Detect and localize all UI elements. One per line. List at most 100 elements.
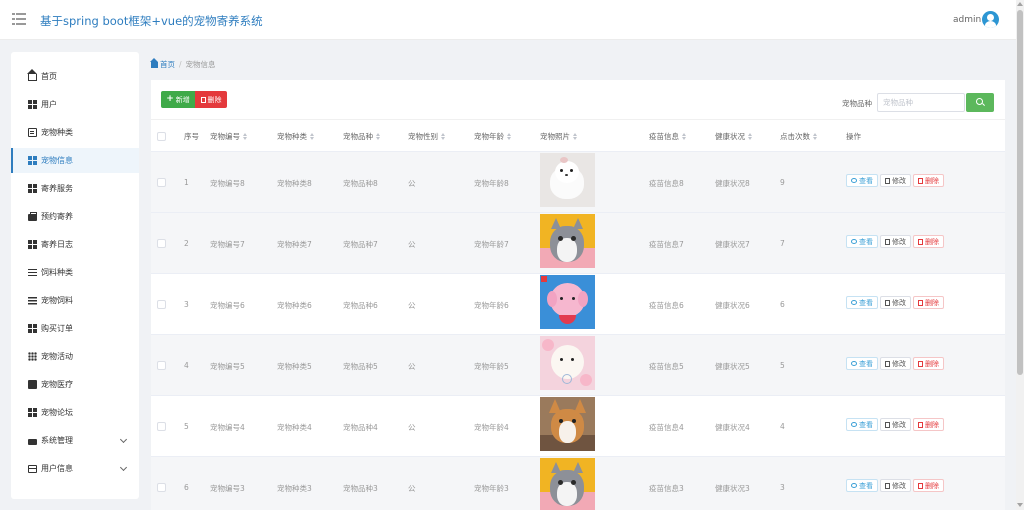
- sidebar: 首页 用户 宠物种类 宠物信息 寄养服务 预约寄养 寄养日志 饲料种类 宠物饲料…: [11, 52, 139, 499]
- sidebar-item-pet-medical[interactable]: 宠物医疗: [11, 372, 139, 397]
- th-health[interactable]: 健康状况: [715, 131, 753, 142]
- view-button[interactable]: 查看: [846, 296, 878, 309]
- row-checkbox[interactable]: [157, 300, 166, 309]
- edit-button[interactable]: 修改: [880, 418, 911, 431]
- briefcase-icon: [28, 212, 37, 221]
- delete-button[interactable]: 删除: [913, 418, 944, 431]
- pet-photo[interactable]: [540, 214, 595, 268]
- sidebar-item-pet-activities[interactable]: 宠物活动: [11, 344, 139, 369]
- delete-button[interactable]: 删除: [913, 235, 944, 248]
- eye-icon: [851, 483, 857, 488]
- sidebar-item-boarding-service[interactable]: 寄养服务: [11, 176, 139, 201]
- sidebar-item-pet-forum[interactable]: 宠物论坛: [11, 400, 139, 425]
- add-button[interactable]: + 新增: [161, 91, 195, 108]
- pet-photo[interactable]: [540, 458, 595, 510]
- view-button[interactable]: 查看: [846, 479, 878, 492]
- avatar[interactable]: [982, 11, 999, 28]
- view-button[interactable]: 查看: [846, 418, 878, 431]
- cell-pet-type: 宠物种类3: [277, 484, 312, 493]
- scroll-down-arrow-icon[interactable]: [1017, 503, 1023, 507]
- view-button[interactable]: 查看: [846, 357, 878, 370]
- sort-icon[interactable]: [748, 133, 753, 140]
- menu-toggle-icon[interactable]: [12, 13, 26, 25]
- cell-pet-type: 宠物种类6: [277, 301, 312, 310]
- scroll-thumb[interactable]: [1017, 10, 1023, 375]
- scroll-up-arrow-icon[interactable]: [1017, 2, 1023, 6]
- sort-icon[interactable]: [813, 133, 818, 140]
- cell-clicks: 4: [780, 422, 785, 431]
- th-breed[interactable]: 宠物品种: [343, 131, 381, 142]
- sort-icon[interactable]: [682, 133, 687, 140]
- sidebar-item-system-management[interactable]: 系统管理: [11, 428, 139, 453]
- delete-button[interactable]: 删除: [913, 479, 944, 492]
- view-button[interactable]: 查看: [846, 174, 878, 187]
- sort-icon[interactable]: [310, 133, 315, 140]
- edit-button[interactable]: 修改: [880, 174, 911, 187]
- cell-pet-no: 宠物编号5: [210, 362, 245, 371]
- th-gender[interactable]: 宠物性别: [408, 131, 446, 142]
- cell-vaccine: 疫苗信息7: [649, 240, 684, 249]
- sidebar-item-users[interactable]: 用户: [11, 92, 139, 117]
- search-button[interactable]: [966, 93, 994, 112]
- row-checkbox[interactable]: [157, 483, 166, 492]
- th-clicks[interactable]: 点击次数: [780, 131, 818, 142]
- page-scrollbar[interactable]: [1016, 0, 1024, 510]
- edit-button[interactable]: 修改: [880, 235, 911, 248]
- row-checkbox[interactable]: [157, 422, 166, 431]
- view-button[interactable]: 查看: [846, 235, 878, 248]
- th-vaccine[interactable]: 疫苗信息: [649, 131, 687, 142]
- sort-icon[interactable]: [573, 133, 578, 140]
- edit-icon: [885, 482, 890, 489]
- th-label: 疫苗信息: [649, 132, 679, 141]
- sidebar-item-pet-types[interactable]: 宠物种类: [11, 120, 139, 145]
- pet-photo[interactable]: [540, 336, 595, 390]
- delete-button[interactable]: 删除: [913, 357, 944, 370]
- search-input[interactable]: [877, 93, 965, 112]
- th-label: 宠物照片: [540, 132, 570, 141]
- delete-label: 删除: [925, 481, 939, 490]
- sidebar-item-pet-feed[interactable]: 宠物饲料: [11, 288, 139, 313]
- pet-photo[interactable]: [540, 153, 595, 207]
- sidebar-item-label: 预约寄养: [41, 212, 73, 221]
- sort-icon[interactable]: [507, 133, 512, 140]
- sidebar-item-boarding-booking[interactable]: 预约寄养: [11, 204, 139, 229]
- sidebar-item-label: 宠物种类: [41, 128, 73, 137]
- pet-photo[interactable]: [540, 397, 595, 451]
- th-pet-no[interactable]: 宠物编号: [210, 131, 248, 142]
- edit-button[interactable]: 修改: [880, 357, 911, 370]
- search-label: 宠物品种: [842, 99, 872, 108]
- edit-button[interactable]: 修改: [880, 296, 911, 309]
- delete-button[interactable]: 删除: [913, 296, 944, 309]
- sidebar-item-orders[interactable]: 购买订单: [11, 316, 139, 341]
- table-header: 序号 宠物编号 宠物种类 宠物品种 宠物性别 宠物年龄 宠物照片 疫苗信息 健康…: [151, 119, 1005, 152]
- sidebar-item-home[interactable]: 首页: [11, 64, 139, 89]
- select-all-checkbox[interactable]: [157, 132, 166, 141]
- cell-index: 1: [184, 178, 189, 187]
- username[interactable]: admin: [953, 15, 981, 25]
- sidebar-item-user-info[interactable]: 用户信息: [11, 456, 139, 481]
- sidebar-item-boarding-log[interactable]: 寄养日志: [11, 232, 139, 257]
- th-photo[interactable]: 宠物照片: [540, 131, 578, 142]
- delete-button[interactable]: 删除: [913, 174, 944, 187]
- th-pet-type[interactable]: 宠物种类: [277, 131, 315, 142]
- sidebar-item-pet-info[interactable]: 宠物信息: [11, 148, 139, 173]
- breadcrumb-home[interactable]: 首页: [150, 58, 175, 70]
- sort-icon[interactable]: [376, 133, 381, 140]
- sort-icon[interactable]: [441, 133, 446, 140]
- th-index: 序号: [184, 132, 199, 141]
- edit-icon: [885, 360, 890, 367]
- row-checkbox[interactable]: [157, 361, 166, 370]
- cell-age: 宠物年龄5: [474, 362, 509, 371]
- sidebar-item-feed-types[interactable]: 饲料种类: [11, 260, 139, 285]
- home-icon: [150, 58, 158, 68]
- row-checkbox[interactable]: [157, 178, 166, 187]
- row-checkbox[interactable]: [157, 239, 166, 248]
- sort-icon[interactable]: [243, 133, 248, 140]
- th-age[interactable]: 宠物年龄: [474, 131, 512, 142]
- breadcrumb-home-label: 首页: [160, 60, 175, 69]
- pet-photo[interactable]: [540, 275, 595, 329]
- cell-index: 3: [184, 300, 189, 309]
- cell-vaccine: 疫苗信息4: [649, 423, 684, 432]
- edit-button[interactable]: 修改: [880, 479, 911, 492]
- batch-delete-button[interactable]: 删除: [195, 91, 227, 108]
